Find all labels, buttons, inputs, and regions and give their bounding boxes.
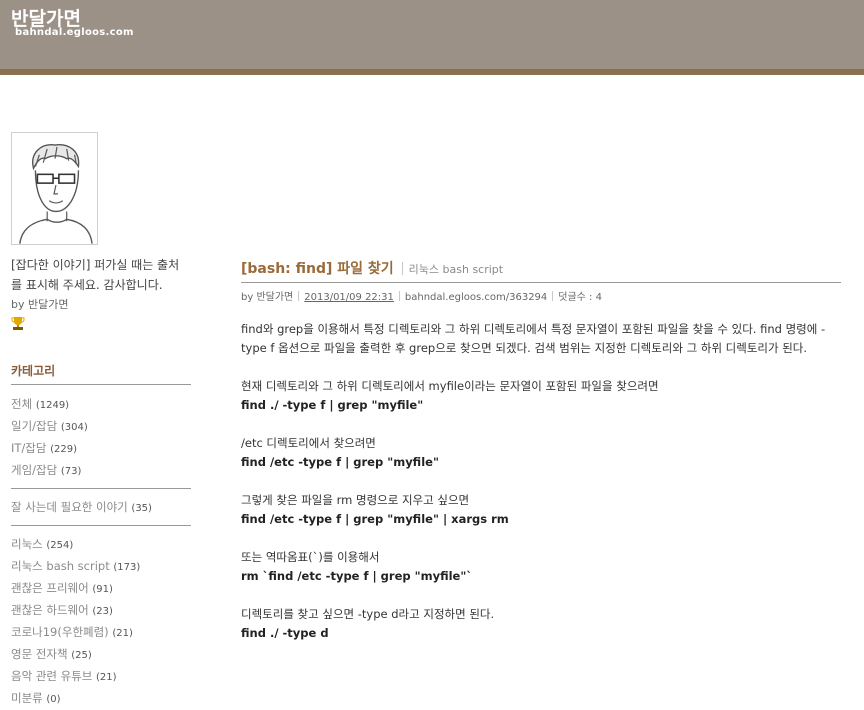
- command-text: find /etc -type f | grep "myfile": [241, 455, 439, 469]
- command-line: find /etc -type f | grep "myfile": [241, 453, 841, 472]
- blog-url[interactable]: bahndal.egloos.com: [15, 27, 134, 38]
- category-item[interactable]: 미분류 (0): [11, 688, 191, 710]
- category-item[interactable]: 리눅스 (254): [11, 534, 191, 556]
- command-text: find ./ -type f | grep "myfile": [241, 398, 424, 412]
- post-category[interactable]: 리눅스 bash script: [409, 263, 503, 276]
- category-count: (229): [50, 444, 77, 455]
- category-group: 리눅스 (254) 리눅스 bash script (173) 괜찮은 프리웨어 (…: [11, 534, 191, 710]
- category-label: 게임/잡담: [11, 463, 58, 477]
- category-label: 괜찮은 하드웨어: [11, 603, 89, 617]
- command-line: find ./ -type f | grep "myfile": [241, 396, 841, 415]
- category-divider: [11, 525, 191, 526]
- category-item[interactable]: 괜찮은 하드웨어 (23): [11, 600, 191, 622]
- category-item[interactable]: 일기/잡담 (304): [11, 416, 191, 438]
- body-paragraph: find와 grep을 이용해서 특정 디렉토리와 그 하위 디렉토리에서 특정…: [241, 320, 841, 358]
- category-label: 미분류: [11, 691, 43, 705]
- category-label: 코로나19(우한폐렴): [11, 625, 109, 639]
- category-count: (25): [71, 650, 92, 661]
- command-line: rm `find /etc -type f | grep "myfile"`: [241, 567, 841, 586]
- profile-byline: by 반달가면: [11, 296, 191, 312]
- body-paragraph: 현재 디렉토리와 그 하위 디렉토리에서 myfile이라는 문자열이 포함된 …: [241, 377, 841, 396]
- body-paragraph: 또는 역따옴표(`)를 이용해서: [241, 548, 841, 567]
- header-divider: [0, 69, 864, 75]
- trophy-icon[interactable]: [11, 316, 25, 330]
- post: [bash: find] 파일 찾기 리눅스 bash script by 반달가…: [241, 258, 841, 643]
- category-item[interactable]: 게임/잡담 (73): [11, 460, 191, 482]
- category-label: 리눅스: [11, 537, 43, 551]
- category-item[interactable]: 잘 사는데 필요한 이야기 (35): [11, 497, 191, 519]
- command-line: find ./ -type d: [241, 624, 841, 643]
- paragraph-text: /etc 디렉토리에서 찾으려면: [241, 436, 376, 450]
- category-item[interactable]: IT/잡담 (229): [11, 438, 191, 460]
- category-label: 음악 관련 유튜브: [11, 669, 93, 683]
- blog-header: 반달가면 bahndal.egloos.com: [0, 0, 864, 69]
- category-divider: [11, 488, 191, 489]
- paragraph-text: 현재 디렉토리와 그 하위 디렉토리에서 myfile이라는 문자열이 포함된 …: [241, 379, 659, 393]
- command-text: find /etc -type f | grep "myfile" | xarg…: [241, 512, 509, 526]
- title-separator: [401, 262, 403, 275]
- category-count: (304): [60, 422, 88, 433]
- profile-avatar[interactable]: [11, 132, 98, 245]
- command-text: find ./ -type d: [241, 626, 329, 640]
- category-group: 전체 (1249) 일기/잡담 (304) IT/잡담 (229) 게임/잡담 (73…: [11, 394, 191, 482]
- post-title-row: [bash: find] 파일 찾기 리눅스 bash script: [241, 258, 841, 283]
- category-item[interactable]: 괜찮은 프리웨어 (91): [11, 578, 191, 600]
- category-label: 영문 전자책: [11, 647, 68, 661]
- category-label: IT/잡담: [11, 441, 47, 455]
- profile-description: [잡다한 이야기] 퍼가실 때는 출처를 표시해 주세요. 감사합니다.: [11, 258, 180, 292]
- category-label: 리눅스 bash script: [11, 559, 110, 573]
- post-body: find와 grep을 이용해서 특정 디렉토리와 그 하위 디렉토리에서 특정…: [241, 320, 841, 643]
- category-group: 잘 사는데 필요한 이야기 (35): [11, 497, 191, 519]
- category-label: 전체: [11, 397, 33, 411]
- author-name[interactable]: 반달가면: [28, 298, 68, 311]
- sidebar: [잡다한 이야기] 퍼가실 때는 출처를 표시해 주세요. 감사합니다. by …: [11, 132, 191, 710]
- category-list: 전체 (1249) 일기/잡담 (304) IT/잡담 (229) 게임/잡담 (73…: [11, 394, 191, 710]
- command-text: rm `find /etc -type f | grep "myfile"`: [241, 569, 473, 583]
- body-paragraph: /etc 디렉토리에서 찾으려면: [241, 434, 841, 453]
- category-count: (21): [96, 672, 117, 683]
- category-count: (23): [92, 606, 113, 617]
- body-paragraph: 디렉토리를 찾고 싶으면 -type d라고 지정하면 된다.: [241, 605, 841, 624]
- category-item[interactable]: 전체 (1249): [11, 394, 191, 416]
- post-title[interactable]: [bash: find] 파일 찾기: [241, 261, 394, 277]
- paragraph-text: 그렇게 찾은 파일을 rm 명령으로 지우고 싶으면: [241, 493, 470, 507]
- category-item[interactable]: 코로나19(우한폐렴) (21): [11, 622, 191, 644]
- post-permalink[interactable]: bahndal.egloos.com/363294: [405, 292, 547, 303]
- paragraph-text: 디렉토리를 찾고 싶으면 -type d라고 지정하면 된다.: [241, 607, 495, 621]
- body-paragraph: 그렇게 찾은 파일을 rm 명령으로 지우고 싶으면: [241, 491, 841, 510]
- category-title: 카테고리: [11, 362, 191, 385]
- category-count: (35): [131, 503, 152, 514]
- category-item[interactable]: 리눅스 bash script (173): [11, 556, 191, 578]
- category-count: (73): [60, 466, 82, 477]
- category-count: (173): [113, 562, 141, 573]
- category-item[interactable]: 영문 전자책 (25): [11, 644, 191, 666]
- category-count: (21): [112, 628, 133, 639]
- comment-count[interactable]: 덧글수 : 4: [558, 292, 602, 303]
- category-count: (1249): [35, 400, 70, 411]
- paragraph-text: 또는 역따옴표(`)를 이용해서: [241, 550, 380, 564]
- category-label: 괜찮은 프리웨어: [11, 581, 89, 595]
- post-author[interactable]: by 반달가면: [241, 292, 293, 303]
- command-line: find /etc -type f | grep "myfile" | xarg…: [241, 510, 841, 529]
- by-label: by: [11, 298, 25, 311]
- category-label: 잘 사는데 필요한 이야기: [11, 500, 128, 514]
- category-count: (91): [92, 584, 113, 595]
- category-count: (254): [46, 540, 74, 551]
- category-label: 일기/잡담: [11, 419, 58, 433]
- paragraph-text: find와 grep을 이용해서 특정 디렉토리와 그 하위 디렉토리에서 특정…: [241, 322, 826, 355]
- post-meta: by 반달가면 2013/01/09 22:31 bahndal.egloos.co…: [241, 288, 841, 303]
- category-count: (0): [46, 694, 61, 705]
- post-date[interactable]: 2013/01/09 22:31: [304, 292, 394, 303]
